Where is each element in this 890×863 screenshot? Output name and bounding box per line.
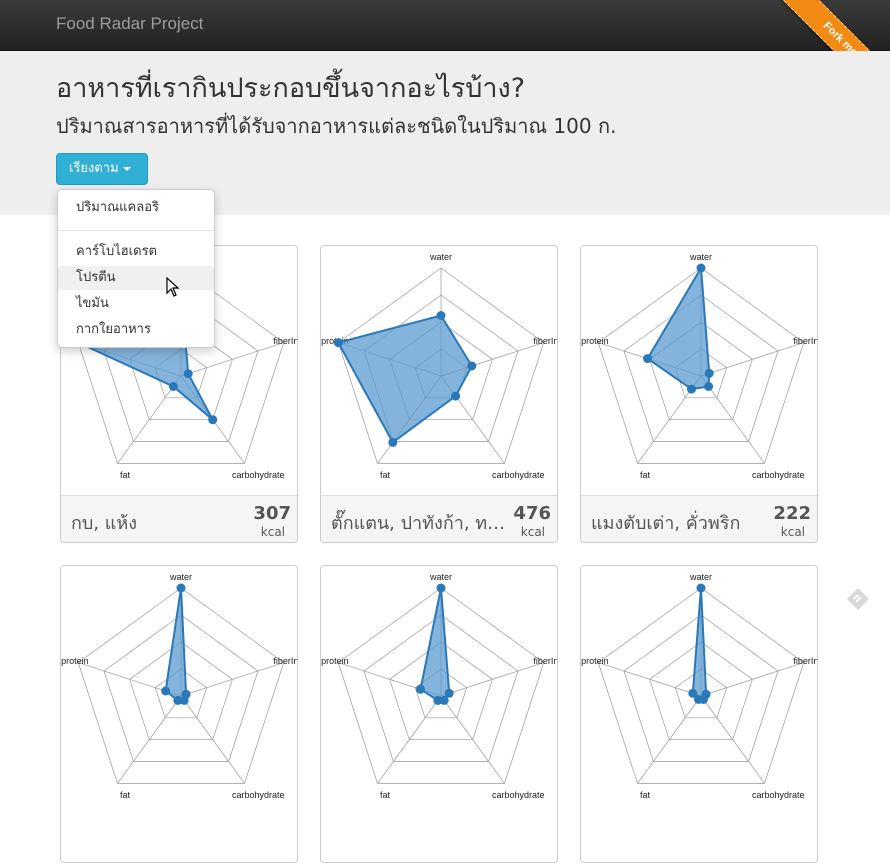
radar-data-point: [696, 583, 706, 593]
radar-axis-label: carbohydrate: [492, 790, 545, 800]
sort-option-fat[interactable]: ไขมัน: [58, 292, 214, 316]
radar-chart: water fiberInsoluble carbohydrate fat protei…: [321, 572, 558, 800]
radar-chart: water fiberInsoluble carbohydrate fat protei…: [581, 572, 818, 800]
radar-spoke: [440, 662, 544, 697]
card-footer: กบ, แห้ง 307 kcal: [61, 495, 297, 542]
radar-spoke: [700, 342, 804, 377]
food-name: แมงตับเต่า, คั่วพริก: [591, 513, 741, 534]
radar-data-point: [433, 695, 443, 705]
radar-axis-label: water: [689, 252, 712, 262]
radar-data-area: [419, 587, 451, 702]
radar-spoke: [700, 662, 804, 697]
radar-data-point: [704, 382, 714, 391]
sort-option-protein[interactable]: โปรตีน: [58, 266, 214, 290]
page-subtitle: ปริมาณสารอาหารที่ได้รับจากอาหารแต่ละชนิด…: [56, 114, 617, 138]
radar-data-point: [416, 684, 425, 694]
radar-data-point: [436, 311, 446, 320]
radar-axis-label: carbohydrate: [752, 790, 805, 800]
radar-axis-label: fiberInsoluble: [533, 656, 558, 666]
radar-chart: water fiberInsoluble carbohydrate fat protei…: [61, 572, 298, 800]
radar-axis-label: protein: [61, 656, 89, 666]
radar-data-point: [176, 583, 186, 593]
radar-chart: waterfiberInsolublecarbohydratefatprotei…: [321, 252, 558, 480]
radar-axis-label: fat: [120, 470, 131, 480]
radar-data-point: [173, 695, 183, 705]
radar-data-point: [704, 368, 714, 378]
kcal-unit: kcal: [780, 525, 805, 539]
radar-data-point: [161, 686, 171, 696]
radar-spoke: [180, 662, 284, 697]
radar-data-point: [451, 391, 461, 401]
radar-data-area: [646, 264, 711, 391]
radar-data-point: [183, 369, 193, 379]
radar-axis-label: carbohydrate: [232, 790, 285, 800]
sort-option-fiber[interactable]: กากใยอาหาร: [58, 318, 214, 342]
radar-axis-label: fiberInsoluble: [793, 336, 818, 346]
radar-axis-label: fat: [640, 470, 651, 480]
radar-axis-label: fat: [380, 470, 391, 480]
sort-dropdown-menu: ปริมาณแคลอริ คาร์โบไฮเดรต โปรตีน ไขมัน ก…: [57, 189, 215, 348]
food-card[interactable]: waterfiberInsolublecarbohydratefatprotei…: [320, 245, 558, 543]
radar-axis-label: fat: [640, 790, 651, 800]
radar-axis-label: fiberInsoluble: [273, 656, 298, 666]
kcal-value: 476: [513, 503, 551, 524]
food-card[interactable]: water fiberInsoluble carbohydrate fat protei…: [60, 565, 298, 863]
radar-data-point: [168, 382, 178, 391]
radar-axis-label: carbohydrate: [492, 470, 545, 480]
radar-data-area: [336, 314, 473, 444]
radar-axis-label: water: [689, 572, 712, 582]
kcal-unit: kcal: [520, 525, 545, 539]
sort-option-carbohydrate[interactable]: คาร์โบไฮเดรต: [58, 240, 214, 264]
radar-data-point: [687, 384, 696, 394]
food-card[interactable]: water fiberInsoluble carbohydrate fat protei…: [320, 565, 558, 863]
food-card[interactable]: water fiberInsoluble carbohydrate fat protei…: [580, 245, 818, 543]
sort-dropdown-button[interactable]: เรียงตาม: [56, 153, 148, 185]
radar-axis-label: fiberInsoluble: [533, 336, 558, 346]
food-name: ตั๊กแตน, ปาทังก้า, ทอด: [331, 513, 506, 534]
radar-data-area: [164, 587, 188, 702]
caret-down-icon: [122, 166, 131, 171]
radar-axis-label: fat: [120, 790, 131, 800]
tag-icon[interactable]: [845, 586, 871, 612]
food-card[interactable]: water fiberInsoluble carbohydrate fat protei…: [580, 565, 818, 863]
radar-axis-label: carbohydrate: [232, 470, 285, 480]
kcal-value: 222: [773, 503, 811, 524]
sort-option-calories[interactable]: ปริมาณแคลอริ: [58, 196, 214, 220]
food-name: กบ, แห้ง: [71, 513, 138, 534]
radar-data-point: [436, 583, 446, 593]
card-footer: ตั๊กแตน, ปาทังก้า, ทอด 476 kcal: [321, 495, 557, 542]
radar-axis-label: protein: [581, 656, 609, 666]
card-footer: แมงตับเต่า, คั่วพริก 222 kcal: [581, 495, 817, 542]
menu-divider: [58, 230, 214, 231]
radar-axis-label: protein: [581, 336, 609, 346]
radar-data-point: [208, 415, 218, 425]
radar-axis-label: fat: [380, 790, 391, 800]
kcal-unit: kcal: [260, 525, 285, 539]
radar-spoke: [598, 662, 702, 697]
radar-axis-label: fiberInsoluble: [273, 336, 298, 346]
radar-axis-label: water: [429, 252, 452, 262]
radar-data-point: [467, 361, 477, 371]
radar-chart: water fiberInsoluble carbohydrate fat protei…: [581, 252, 818, 480]
radar-data-point: [688, 688, 698, 698]
kcal-value: 307: [253, 503, 291, 524]
radar-axis-label: carbohydrate: [752, 470, 805, 480]
radar-data-point: [643, 354, 653, 364]
radar-axis-label: water: [429, 572, 452, 582]
radar-data-point: [388, 437, 398, 447]
radar-axis-label: protein: [321, 656, 349, 666]
sort-button-label: เรียงตาม: [69, 161, 119, 176]
brand-link[interactable]: Food Radar Project: [56, 14, 203, 34]
radar-data-point: [333, 338, 343, 348]
radar-axis-label: fiberInsoluble: [793, 656, 818, 666]
radar-data-point: [696, 263, 706, 273]
page-title: อาหารที่เรากินประกอบขึ้นจากอะไรบ้าง?: [56, 73, 526, 104]
mouse-pointer-icon: [166, 277, 180, 297]
radar-axis-label: water: [169, 572, 192, 582]
radar-data-area: [691, 587, 708, 701]
